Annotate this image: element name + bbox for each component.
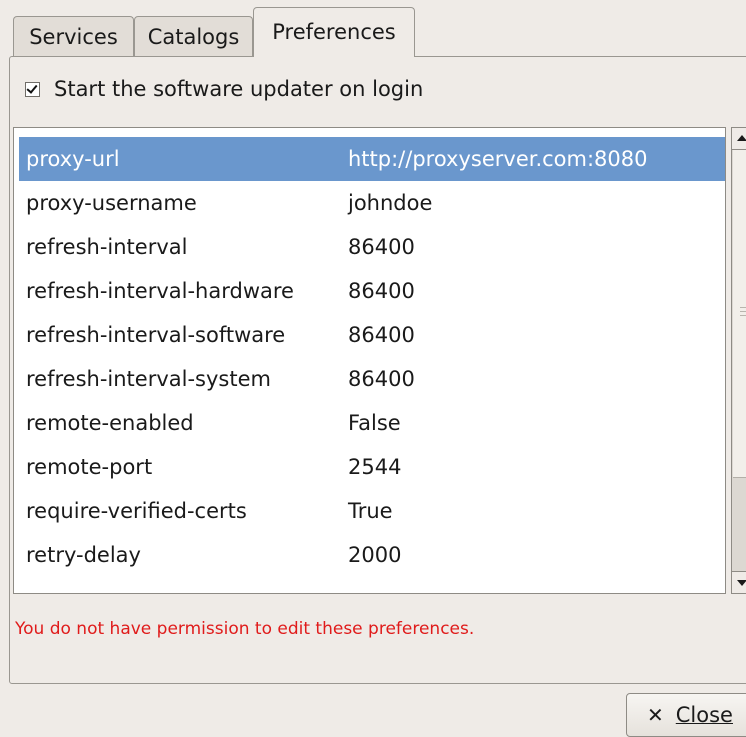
startup-checkbox-label: Start the software updater on login [54, 77, 424, 101]
scroll-up-arrow-icon[interactable] [732, 128, 746, 150]
startup-checkbox[interactable] [25, 81, 40, 97]
pref-key: refresh-interval [26, 235, 188, 259]
pref-value: 2544 [348, 455, 402, 479]
list-row[interactable]: refresh-interval 86400 [19, 225, 725, 269]
pref-value: http://proxyserver.com:8080 [348, 147, 648, 171]
list-row[interactable]: remote-enabled False [19, 401, 725, 445]
list-row[interactable]: proxy-url http://proxyserver.com:8080 [19, 137, 725, 181]
pref-key: retry-delay [26, 543, 141, 567]
list-row[interactable]: refresh-interval-hardware 86400 [19, 269, 725, 313]
close-button-label: Close [675, 703, 733, 727]
preferences-list[interactable]: proxy-url http://proxyserver.com:8080 pr… [13, 127, 726, 594]
pref-value: 86400 [348, 235, 415, 259]
list-scrollbar[interactable] [731, 127, 746, 594]
pref-value: False [348, 411, 401, 435]
grip-line [740, 315, 746, 316]
pref-key: remote-port [26, 455, 153, 479]
tab-catalogs-label: Catalogs [147, 24, 240, 49]
close-button[interactable]: ✕ Close [626, 693, 746, 737]
list-row[interactable]: require-verified-certs True [19, 489, 725, 533]
list-row[interactable]: refresh-interval-system 86400 [19, 357, 725, 401]
pref-value: 86400 [348, 279, 415, 303]
list-row[interactable]: refresh-interval-software 86400 [19, 313, 725, 357]
close-icon: ✕ [647, 703, 664, 727]
tab-preferences-label: Preferences [272, 19, 396, 44]
list-row[interactable]: proxy-username johndoe [19, 181, 725, 225]
pref-value: 86400 [348, 323, 415, 347]
pref-value: johndoe [348, 191, 433, 215]
scrollbar-thumb[interactable] [733, 150, 746, 478]
tab-services[interactable]: Services [13, 16, 134, 56]
pref-value: True [348, 499, 393, 523]
permission-error-message: You do not have permission to edit these… [15, 619, 475, 639]
scroll-down-arrow-icon[interactable] [732, 571, 746, 593]
grip-line [740, 311, 746, 312]
pref-key: require-verified-certs [26, 499, 247, 523]
pref-key: proxy-url [26, 147, 120, 171]
tab-catalogs[interactable]: Catalogs [134, 16, 253, 56]
pref-value: 2000 [348, 543, 402, 567]
pref-key: proxy-username [26, 191, 197, 215]
list-row[interactable]: retry-delay 2000 [19, 533, 725, 577]
list-row[interactable]: remote-port 2544 [19, 445, 725, 489]
pref-key: refresh-interval-hardware [26, 279, 294, 303]
pref-value: 86400 [348, 367, 415, 391]
tab-preferences[interactable]: Preferences [253, 7, 415, 57]
pref-key: refresh-interval-system [26, 367, 271, 391]
pref-key: remote-enabled [26, 411, 194, 435]
tab-services-label: Services [29, 24, 118, 49]
grip-line [740, 307, 746, 308]
pref-key: refresh-interval-software [26, 323, 286, 347]
startup-checkbox-row[interactable]: Start the software updater on login [25, 77, 423, 101]
